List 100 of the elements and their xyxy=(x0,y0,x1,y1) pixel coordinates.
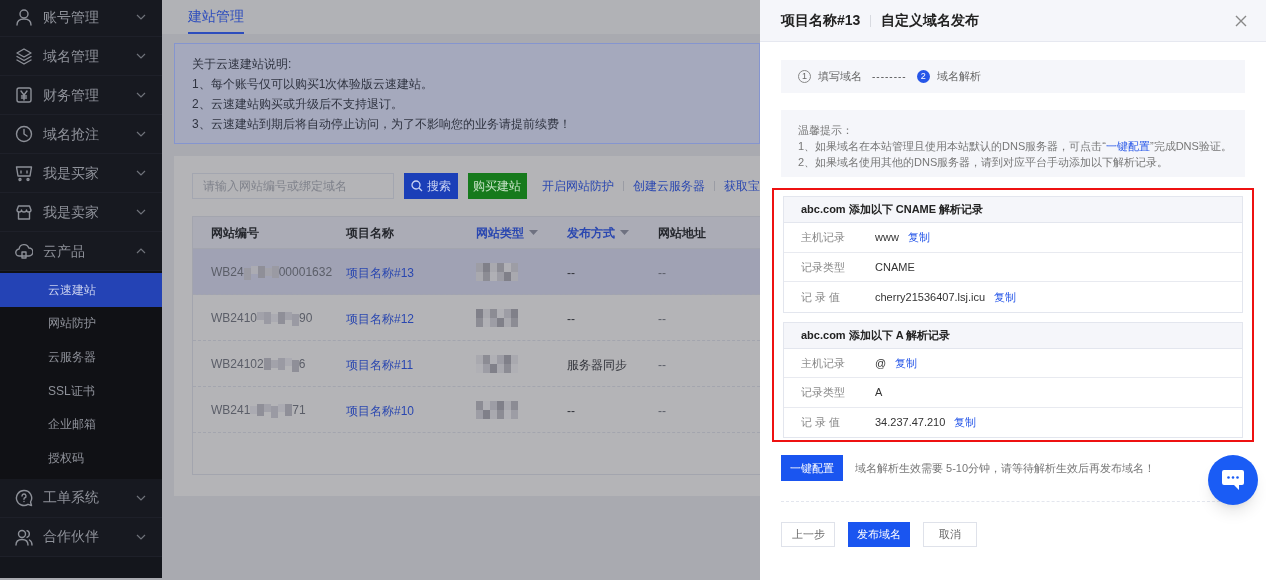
sidebar-item[interactable]: 域名抢注 xyxy=(0,115,162,154)
sidebar-item[interactable]: 我是卖家 xyxy=(0,193,162,232)
record-value: A xyxy=(875,385,883,400)
copy-link[interactable]: 复制 xyxy=(954,414,977,431)
copy-link[interactable]: 复制 xyxy=(907,229,930,246)
sidebar-item[interactable]: 工单系统 xyxy=(0,478,162,518)
one-click-config-button[interactable]: 一键配置 xyxy=(781,455,843,481)
site-id-text: WB2410 xyxy=(211,309,258,327)
record-label: 记 录 值 xyxy=(801,289,842,305)
table-cell: -- xyxy=(658,265,666,280)
sidebar-subitem[interactable]: 网站防护 xyxy=(0,306,162,341)
buy-button[interactable]: 购买建站 xyxy=(467,173,527,199)
table-cell: -- xyxy=(567,265,575,280)
sidebar-label: 域名抢注 xyxy=(43,124,100,144)
project-link[interactable]: 项目名称#12 xyxy=(346,311,415,326)
record-value: @ xyxy=(875,355,887,371)
redaction-mosaic xyxy=(250,401,293,418)
toolbar-link[interactable]: 开启网站防护 xyxy=(542,177,615,195)
toolbar-link[interactable]: 创建云服务器 xyxy=(633,177,706,195)
sidebar-label: 财务管理 xyxy=(43,85,100,105)
cloud-icon xyxy=(15,242,33,260)
sidebar-label: 工单系统 xyxy=(43,488,100,508)
cart-icon xyxy=(15,164,33,182)
column-header[interactable]: 网站类型 xyxy=(476,223,524,242)
column-header: 网站编号 xyxy=(211,224,259,242)
site-id-text: 90 xyxy=(299,309,313,327)
record-label: 主机记录 xyxy=(801,230,846,245)
record-value: CNAME xyxy=(875,259,915,275)
notice-title: 关于云速建站说明: xyxy=(192,56,293,72)
project-link[interactable]: 项目名称#10 xyxy=(346,403,415,418)
sidebar-subitem[interactable]: 企业邮箱 xyxy=(0,407,162,441)
drawer-subtitle: 自定义域名发布 xyxy=(881,11,981,30)
project-link[interactable]: 项目名称#13 xyxy=(346,265,415,280)
sidebar-item[interactable]: 账号管理 xyxy=(0,0,162,37)
table-cell: -- xyxy=(658,403,666,418)
notice-text: 1、每个账号仅可以购买1次体验版云速建站。 xyxy=(192,76,435,92)
step-label: 填写域名 xyxy=(818,69,862,85)
table-cell: 服务器同步 xyxy=(567,357,627,372)
store-icon xyxy=(15,203,33,221)
redaction-mosaic xyxy=(257,309,300,326)
redaction-mosaic xyxy=(476,262,518,281)
table-row[interactable]: WB24 00001632 项目名称#13 -- -- xyxy=(193,249,760,295)
sidebar-label: 云产品 xyxy=(43,241,86,261)
one-click-config-link[interactable]: 一键配置 xyxy=(1106,140,1150,152)
project-link[interactable]: 项目名称#11 xyxy=(346,357,414,372)
sidebar-item[interactable]: 合作伙伴 xyxy=(0,517,162,557)
sidebar-item[interactable]: 财务管理 xyxy=(0,76,162,115)
yen-document-icon xyxy=(15,86,33,104)
table-cell: -- xyxy=(658,311,666,326)
table-cell: -- xyxy=(567,403,575,418)
sidebar-label: 我是买家 xyxy=(43,163,100,183)
clock-icon xyxy=(15,125,33,143)
footer-button[interactable]: 取消 xyxy=(923,522,977,547)
column-header: 项目名称 xyxy=(346,224,394,242)
drawer-title: 项目名称#13 xyxy=(781,11,861,30)
site-id-text: WB241 xyxy=(211,401,251,419)
copy-link[interactable]: 复制 xyxy=(895,354,918,371)
footer-button[interactable]: 上一步 xyxy=(781,522,835,547)
sidebar-subitem[interactable]: 云服务器 xyxy=(0,340,162,374)
redaction-mosaic xyxy=(243,263,279,280)
sidebar-label: 我是卖家 xyxy=(43,202,100,222)
sidebar-item[interactable]: 域名管理 xyxy=(0,37,162,76)
close-icon xyxy=(1234,13,1248,28)
site-id-text: 00001632 xyxy=(278,263,333,281)
search-icon xyxy=(410,180,423,192)
sidebar-subitem[interactable]: SSL证书 xyxy=(0,373,162,408)
redaction-mosaic xyxy=(476,354,518,373)
step-label: 域名解析 xyxy=(936,69,981,85)
redaction-mosaic xyxy=(263,355,299,372)
redaction-mosaic xyxy=(476,308,518,327)
sidebar-label: 域名管理 xyxy=(43,46,100,66)
people-icon xyxy=(15,527,33,546)
tips-text: 1、如果域名在本站管理且使用本站默认的DNS服务器，可点击“一键配置”完成DNS验证。 xyxy=(798,139,1233,154)
user-icon xyxy=(15,8,33,26)
tips-text: 2、如果域名使用其他的DNS服务器，请到对应平台手动添加以下解析记录。 xyxy=(798,155,1170,170)
table-cell: -- xyxy=(658,357,666,372)
chat-bubble-icon xyxy=(1221,469,1245,491)
table-cell: -- xyxy=(567,311,575,326)
sort-caret-icon[interactable] xyxy=(620,230,629,235)
search-button[interactable]: 搜索 xyxy=(403,173,458,199)
sidebar-item[interactable]: 云产品 xyxy=(0,232,162,271)
step-number: 2 xyxy=(916,70,930,83)
toolbar-link[interactable]: 获取宝 xyxy=(724,177,760,195)
sort-caret-icon[interactable] xyxy=(529,230,538,235)
sidebar-subitem[interactable]: 授权码 xyxy=(0,440,162,475)
column-header[interactable]: 发布方式 xyxy=(567,223,615,242)
record-value: 34.237.47.210 xyxy=(875,415,946,430)
tab[interactable]: 建站管理 xyxy=(188,0,244,34)
close-button[interactable] xyxy=(1234,13,1248,28)
footer-button[interactable]: 发布域名 xyxy=(848,522,910,547)
record-value: www xyxy=(875,230,899,245)
step-connector: -------- xyxy=(872,70,907,84)
help-bubble-icon xyxy=(15,488,33,507)
sidebar-item[interactable]: 我是买家 xyxy=(0,154,162,193)
site-id-text: WB24102 xyxy=(211,355,264,373)
sidebar-label: 账号管理 xyxy=(43,7,100,27)
copy-link[interactable]: 复制 xyxy=(994,288,1017,305)
sidebar-label: 合作伙伴 xyxy=(43,527,100,547)
record-label: 记录类型 xyxy=(801,259,846,275)
sidebar-subitem[interactable]: 云速建站 xyxy=(0,273,162,307)
